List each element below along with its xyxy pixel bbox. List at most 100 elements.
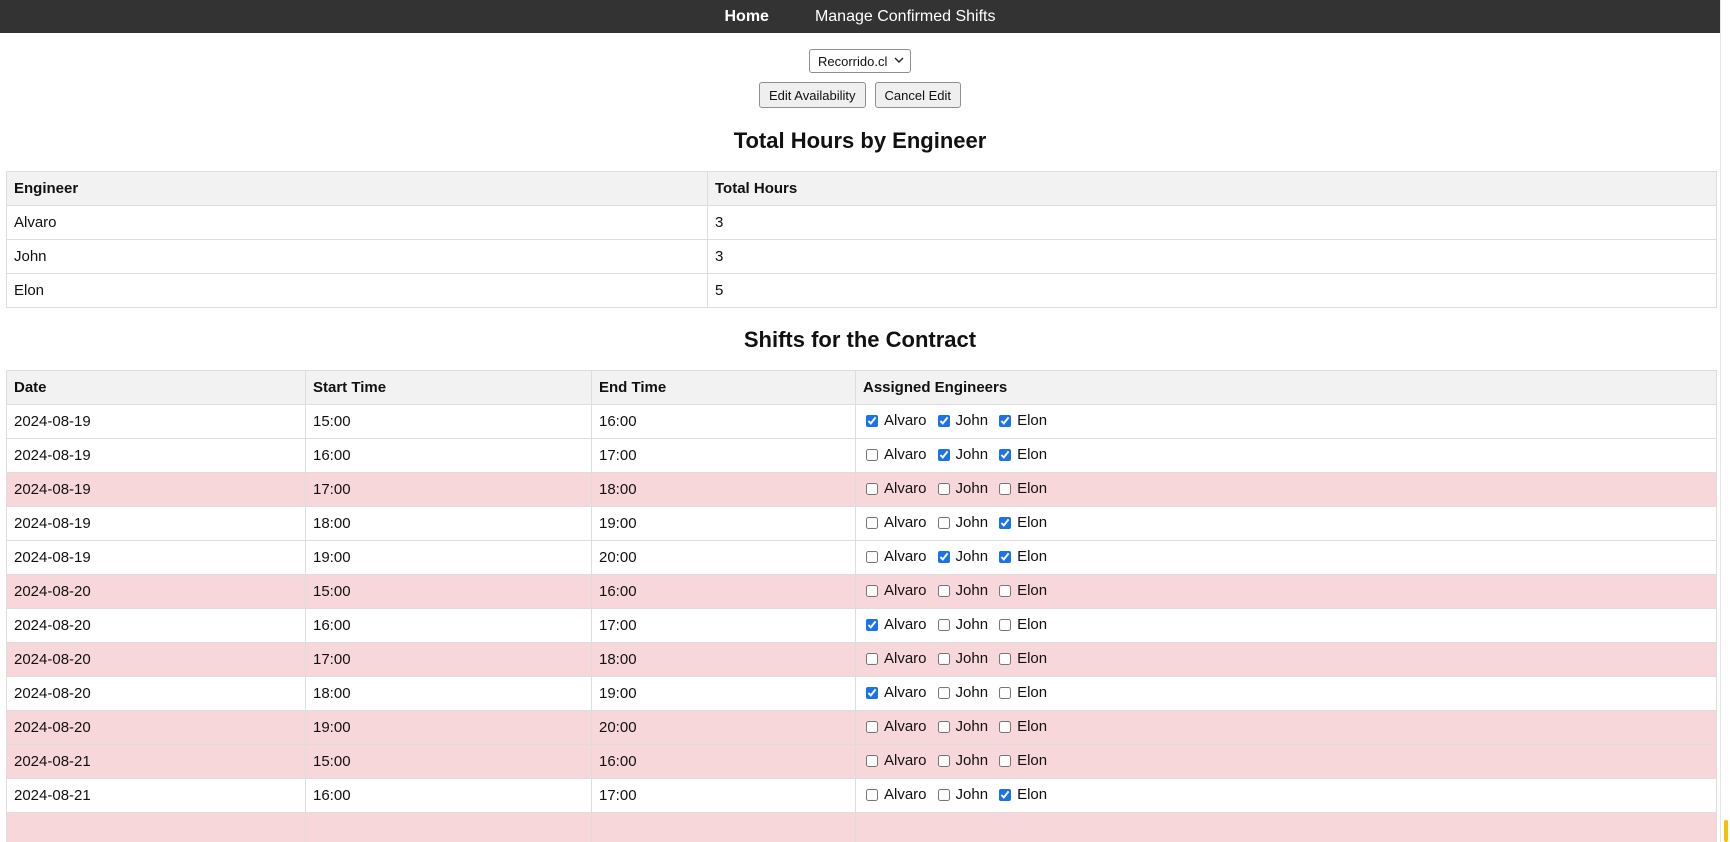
engineer-checkbox-label[interactable]: John	[935, 446, 989, 464]
column-header-total-hours: Total Hours	[707, 171, 1717, 206]
engineer-checkbox-label[interactable]: John	[935, 684, 988, 701]
engineer-checkbox-label[interactable]: Elon	[996, 548, 1047, 565]
engineer-checkbox[interactable]	[937, 618, 950, 631]
engineer-checkbox[interactable]	[937, 720, 950, 733]
engineer-checkbox-label[interactable]: John	[935, 548, 988, 565]
engineer-checkbox-label[interactable]: John	[935, 786, 988, 803]
engineer-checkbox[interactable]	[866, 686, 878, 699]
column-header-assigned-engineers: Assigned Engineers	[855, 370, 1717, 405]
engineer-checkbox-label[interactable]: Elon	[996, 684, 1047, 701]
engineer-checkbox-text: John	[955, 650, 989, 668]
shifts-table: Date Start Time End Time Assigned Engine…	[6, 370, 1717, 842]
engineer-checkbox[interactable]	[937, 584, 950, 597]
engineer-checkbox-label[interactable]: Elon	[996, 514, 1047, 531]
cancel-edit-button[interactable]: Cancel Edit	[874, 82, 961, 108]
engineer-checkbox-label[interactable]: Elon	[996, 616, 1047, 633]
engineer-checkbox[interactable]	[866, 618, 878, 631]
engineer-checkbox[interactable]	[999, 618, 1012, 631]
engineer-checkbox-label[interactable]: Elon	[996, 650, 1047, 667]
vertical-scrollbar[interactable]	[1720, 0, 1730, 842]
engineer-checkbox-label[interactable]: John	[935, 752, 988, 769]
engineer-checkbox-label[interactable]: John	[935, 480, 989, 498]
engineer-checkbox[interactable]	[866, 414, 878, 427]
engineer-checkbox-label[interactable]: Elon	[996, 480, 1047, 497]
shift-end-cell: 20:00	[591, 710, 856, 745]
engineer-checkbox[interactable]	[866, 448, 878, 461]
engineer-checkbox[interactable]	[937, 686, 950, 699]
shift-date-cell: 2024-08-19	[6, 540, 306, 575]
engineer-checkbox[interactable]	[937, 754, 950, 767]
engineer-checkbox[interactable]	[999, 448, 1012, 461]
engineer-checkbox-label[interactable]: Alvaro	[863, 582, 927, 599]
column-header-start-time: Start Time	[305, 370, 592, 405]
engineer-checkbox[interactable]	[999, 550, 1012, 563]
engineer-checkbox[interactable]	[866, 482, 878, 495]
engineer-checkbox-text: Elon	[1017, 480, 1048, 498]
shift-start-cell: 15:00	[305, 404, 592, 439]
engineer-checkbox[interactable]	[866, 720, 878, 733]
engineer-checkbox[interactable]	[937, 550, 950, 563]
engineer-checkbox[interactable]	[866, 550, 878, 563]
engineer-checkbox-label[interactable]: Elon	[996, 752, 1047, 769]
engineer-checkbox-label[interactable]: Alvaro	[863, 412, 927, 429]
engineer-checkbox-label[interactable]: John	[935, 582, 988, 599]
shifts-body: 2024-08-19 15:00 16:00 Alvaro John Elon 2024-0…	[6, 404, 1717, 842]
engineer-checkbox-label[interactable]: Elon	[996, 446, 1047, 463]
engineer-checkbox-text: John	[955, 446, 989, 464]
engineer-checkbox[interactable]	[866, 754, 878, 767]
engineer-checkbox[interactable]	[937, 482, 950, 495]
engineer-checkbox-label[interactable]: Alvaro	[863, 684, 927, 701]
engineer-checkbox[interactable]	[999, 516, 1012, 529]
shift-date-cell: 2024-08-20	[6, 710, 306, 745]
engineer-checkbox[interactable]	[999, 482, 1012, 495]
engineer-checkbox[interactable]	[999, 788, 1012, 801]
engineer-checkbox[interactable]	[999, 584, 1012, 597]
table-row: 2024-08-19 18:00 19:00 Alvaro John Elon	[6, 506, 1717, 541]
engineer-checkbox-label[interactable]: Alvaro	[863, 650, 927, 667]
engineer-checkbox[interactable]	[866, 652, 878, 665]
engineer-checkbox[interactable]	[937, 788, 950, 801]
shift-date-cell: 2024-08-19	[6, 472, 306, 507]
engineer-checkbox[interactable]	[999, 686, 1012, 699]
engineer-checkbox-label[interactable]: Elon	[996, 786, 1047, 803]
engineer-checkbox[interactable]	[937, 448, 950, 461]
engineer-checkbox-text: Alvaro	[884, 786, 927, 804]
engineer-checkbox-label[interactable]: John	[935, 718, 988, 735]
total-hours-cell: 5	[707, 273, 1717, 308]
engineer-checkbox[interactable]	[999, 720, 1012, 733]
engineer-checkbox-label[interactable]: John	[935, 650, 989, 668]
engineer-checkbox-label[interactable]: Alvaro	[863, 718, 927, 735]
engineer-checkbox-text: John	[955, 480, 989, 498]
engineer-checkbox-label[interactable]: Elon	[996, 582, 1047, 599]
nav-manage-confirmed-shifts-link[interactable]: Manage Confirmed Shifts	[815, 0, 996, 33]
engineer-checkbox[interactable]	[999, 414, 1012, 427]
contract-select[interactable]: Recorrido.cl	[809, 49, 911, 73]
nav-home-link[interactable]: Home	[725, 0, 769, 33]
engineer-checkbox-label[interactable]: John	[935, 514, 988, 531]
engineer-checkbox[interactable]	[937, 516, 950, 529]
engineer-checkbox-label[interactable]: Elon	[996, 412, 1047, 429]
engineer-checkbox-label[interactable]: Alvaro	[863, 514, 927, 531]
engineer-checkbox-text: Elon	[1017, 718, 1048, 736]
engineer-checkbox-label[interactable]: Elon	[996, 718, 1047, 735]
edit-availability-button[interactable]: Edit Availability	[759, 82, 866, 108]
engineer-checkbox[interactable]	[866, 516, 878, 529]
edit-button-row: Edit Availability Cancel Edit	[759, 82, 961, 108]
engineer-checkbox-label[interactable]: Alvaro	[863, 480, 927, 497]
engineer-checkbox-label[interactable]: Alvaro	[863, 752, 927, 769]
engineer-checkbox[interactable]	[866, 788, 878, 801]
engineer-checkbox[interactable]	[999, 754, 1012, 767]
engineer-checkbox[interactable]	[999, 652, 1012, 665]
engineer-checkbox-label[interactable]: Alvaro	[863, 616, 927, 633]
assigned-engineers-cell: Alvaro John Elon	[855, 506, 1717, 541]
engineer-checkbox[interactable]	[937, 414, 950, 427]
shift-start-cell: 16:00	[305, 608, 592, 643]
engineer-checkbox-label[interactable]: Alvaro	[863, 446, 927, 463]
engineer-checkbox-label[interactable]: Alvaro	[863, 786, 927, 803]
shift-date-cell: 2024-08-19	[6, 506, 306, 541]
engineer-checkbox-label[interactable]: John	[935, 616, 988, 633]
engineer-checkbox[interactable]	[937, 652, 950, 665]
engineer-checkbox[interactable]	[866, 584, 878, 597]
engineer-checkbox-label[interactable]: Alvaro	[863, 548, 927, 565]
engineer-checkbox-label[interactable]: John	[935, 412, 988, 429]
